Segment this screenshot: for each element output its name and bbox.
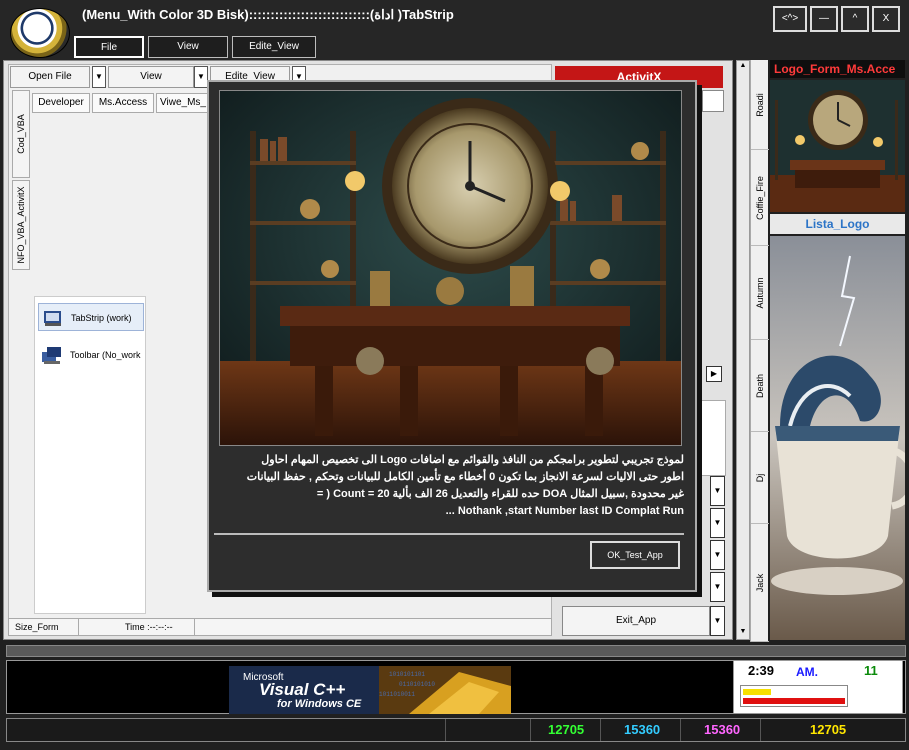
time-label: Time :--:--:-- [119,619,195,635]
tab-coffie-fire[interactable]: Coffie_Fire [751,150,769,246]
tree-item-toolbar[interactable]: Toolbar (No_work [38,341,144,369]
clock-seconds: 11 [864,663,878,678]
progress-box [740,685,848,707]
menu-tab-file[interactable]: File [74,36,144,58]
vertical-scrollbar[interactable]: ▲ ▼ [736,60,750,640]
open-file-dropdown[interactable]: ▼ [92,66,106,88]
tree-item-label: TabStrip (work) [71,313,132,323]
counter-divider [530,719,531,741]
progress-bar-red [743,698,845,704]
dropdown-4[interactable]: ▼ [710,572,725,602]
scroll-down-arrow[interactable]: ▼ [738,628,748,638]
minimize-button[interactable]: — [810,6,838,32]
menu-tab-view[interactable]: View [148,36,228,58]
tab-dj[interactable]: Dj [751,432,769,524]
tab-jack[interactable]: Jack [751,524,769,642]
tree-item-label: Toolbar (No_work [70,350,141,360]
scroll-up-arrow[interactable]: ▲ [738,62,748,72]
dialog-line-2: اطور حتى الاليات لسرعة الانجاز بما تكون … [246,471,684,483]
dialog-line-3: غير محدودة ,سبيل المثال DOA حده للقراء و… [316,488,684,500]
banner-line-3: for Windows CE [277,698,362,710]
wave-cup-image [770,236,905,640]
clock-panel: 2:39 AM. 11 [733,660,903,714]
ok-test-app-button[interactable]: OK_Test_App [590,541,680,569]
view-button[interactable]: View [108,66,194,88]
book-icon [44,311,61,326]
window-title: (Menu_With Color 3D Bisk):::::::::::::::… [82,7,454,22]
status-bar: Size_Form Time :--:--:-- [8,618,552,636]
vtab-nfo-vba-activitx[interactable]: NFO_VBA_ActivitX [12,180,30,270]
counter-2: 15360 [624,722,661,737]
tree-item-tabstrip[interactable]: TabStrip (work) [38,303,144,331]
counter-divider [445,719,446,741]
logo-thumbnail-image [770,80,905,212]
dropdown-3[interactable]: ▼ [710,540,725,570]
open-file-button[interactable]: Open File [10,66,90,88]
visual-cpp-banner: 1010101101 0110101010 1011010011 Microsoft… [229,666,511,714]
books-icon [42,347,61,364]
dropdown-5[interactable]: ▼ [710,606,725,636]
view-dropdown[interactable]: ▼ [194,66,208,88]
svg-text:1010101101: 1010101101 [389,671,425,678]
close-button[interactable]: X [872,6,900,32]
clock-time: 2:39 [748,663,775,678]
separator-bar [6,645,906,657]
dialog-divider [214,533,684,535]
dialog-line-1: لموذج تجريبي لتطوير برامجكم من النافذ وا… [261,454,684,466]
tree-list: TabStrip (work) Toolbar (No_work [34,296,146,614]
clock-ampm: AM. [796,665,818,679]
maximize-button[interactable]: ^ [841,6,869,32]
tab-developer[interactable]: Developer [32,93,90,113]
counter-4: 12705 [810,722,847,737]
counter-divider [680,719,681,741]
vtab-cod-vba[interactable]: Cod_VBA [12,90,30,178]
svg-text:0110101010: 0110101010 [399,681,435,688]
app-logo-icon [10,8,70,58]
counter-bar [6,718,906,742]
counter-divider [600,719,601,741]
tab-ms-access[interactable]: Ms.Access [92,93,154,113]
activitx-panel [702,90,724,112]
size-form-label: Size_Form [9,619,79,635]
right-tab-strip: Roadi Coffie_Fire Autumn Death Dj Jack [750,60,769,642]
banner-line-2: Visual C++ [259,680,346,699]
progress-bar-yellow [743,689,771,695]
lista-logo-label: Lista_Logo [770,214,905,234]
restore-button[interactable]: <^> [773,6,807,32]
tab-death[interactable]: Death [751,340,769,432]
tab-viwe-ms[interactable]: Viwe_Ms_ [156,93,210,113]
counter-1: 12705 [548,722,585,737]
exit-app-button[interactable]: Exit_App [562,606,710,636]
activitx-box [698,400,726,476]
counter-divider [760,719,761,741]
logo-form-label: Logo_Form_Ms.Acce [770,60,905,78]
dropdown-2[interactable]: ▼ [710,508,725,538]
dropdown-1[interactable]: ▼ [710,476,725,506]
dialog-message: لموذج تجريبي لتطوير برامجكم من النافذ وا… [214,452,684,520]
dialog-line-4: Nothank ,start Number last ID Complat Ru… [445,505,684,517]
steampunk-desk-image [219,90,682,446]
menu-tab-edite-view[interactable]: Edite_View [232,36,316,58]
svg-text:1011010011: 1011010011 [379,691,415,698]
tab-roadi[interactable]: Roadi [751,60,769,150]
counter-3: 15360 [704,722,741,737]
tab-autumn[interactable]: Autumn [751,246,769,340]
scroll-right-arrow[interactable]: ▶ [706,366,722,382]
